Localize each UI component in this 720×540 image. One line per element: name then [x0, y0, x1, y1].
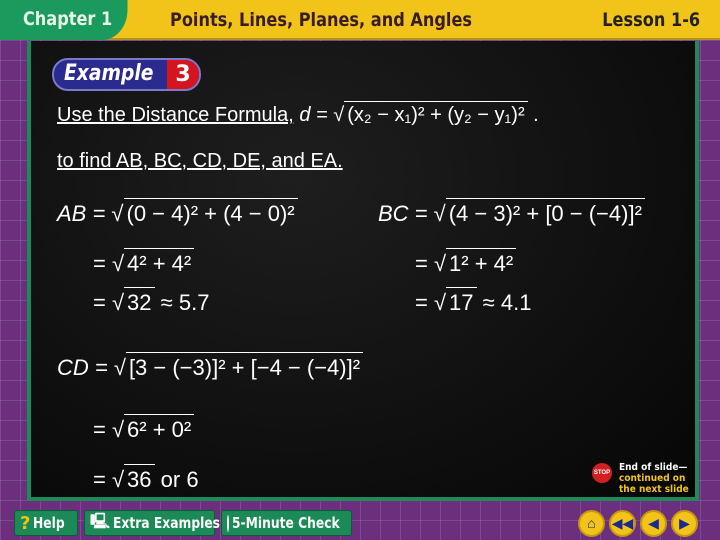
chapter-label: Chapter 1: [0, 0, 128, 40]
bc-radicand1: (4 − 3)² + [0 − (−4)]²: [445, 198, 645, 226]
previous-icon[interactable]: ◀: [640, 510, 667, 537]
bc-label: BC =: [378, 201, 428, 226]
lesson-title: Points, Lines, Planes, and Angles: [170, 9, 473, 31]
help-label: Help: [33, 514, 66, 532]
cd-label: CD =: [57, 355, 108, 380]
bc-result: ≈ 4.1: [482, 290, 532, 315]
header-bar: Chapter 1 Points, Lines, Planes, and Ang…: [0, 0, 720, 40]
computer-icon: 🖳: [90, 511, 111, 530]
equals: =: [415, 251, 428, 276]
next-icon[interactable]: ▶: [671, 510, 698, 537]
cd-line2: = √ 6² + 0²: [93, 414, 195, 443]
extra-examples-button[interactable]: 🖳 Extra Examples: [84, 510, 220, 536]
formula-radicand: (x₂ − x₁)² + (y₂ − y₁)²: [344, 101, 528, 126]
eos-line1: End of slide—: [619, 462, 688, 473]
cd-radicand3: 36: [124, 464, 155, 492]
example-word: Example: [64, 61, 154, 86]
question-icon: ?: [20, 512, 31, 534]
bc-radicand3: 17: [446, 287, 477, 315]
eos-line2: continued on: [619, 473, 686, 484]
ab-radicand2: 4² + 4²: [124, 248, 195, 276]
example-number: 3: [167, 60, 199, 89]
cd-line1: CD = √ [3 − (−3)]² + [−4 − (−4)]²: [57, 352, 364, 381]
ab-line2: = √ 4² + 4²: [93, 248, 195, 277]
bc-radicand2: 1² + 4²: [446, 248, 517, 276]
ab-label: AB =: [57, 201, 106, 226]
equals: =: [415, 290, 428, 315]
check-label: 5-Minute Check: [232, 514, 340, 532]
equals: =: [93, 417, 106, 442]
help-button[interactable]: ? Help: [14, 510, 78, 536]
intro-text: Use the Distance Formula,: [57, 104, 294, 126]
ab-radicand1: (0 − 4)² + (4 − 0)²: [123, 198, 298, 226]
eos-line3: the next slide: [619, 484, 689, 495]
equals: =: [93, 290, 106, 315]
formula-lhs: d =: [299, 104, 328, 126]
bc-line1: BC = √ (4 − 3)² + [0 − (−4)]²: [378, 198, 645, 227]
ab-line1: AB = √ (0 − 4)² + (4 − 0)²: [57, 198, 298, 227]
end-of-slide-note: End of slide— continued on the next slid…: [619, 462, 689, 495]
cd-radicand1: [3 − (−3)]² + [−4 − (−4)]²: [125, 352, 364, 380]
cd-result: or 6: [160, 467, 199, 492]
cd-line3: = √ 36 or 6: [93, 464, 199, 493]
bc-line2: = √ 1² + 4²: [415, 248, 517, 277]
bc-line3: = √ 17 ≈ 4.1: [415, 287, 532, 316]
extra-label: Extra Examples: [113, 514, 221, 532]
home-icon[interactable]: ⌂: [578, 510, 605, 537]
cd-radicand2: 6² + 0²: [124, 414, 195, 442]
intro-line2: to find AB, BC, CD, DE, and EA.: [57, 150, 343, 172]
rewind-icon[interactable]: ◀◀: [609, 510, 636, 537]
five-minute-check-button[interactable]: 5-Minute Check: [221, 510, 352, 536]
ab-radicand3: 32: [124, 287, 155, 315]
clock-icon: [227, 514, 229, 532]
intro-line1: Use the Distance Formula, d = √ (x₂ − x₁)…: [57, 101, 539, 127]
equals: =: [93, 251, 106, 276]
stop-sign-icon: STOP: [592, 463, 612, 483]
equals: =: [93, 467, 106, 492]
ab-result: ≈ 5.7: [160, 290, 210, 315]
formula-end: .: [533, 104, 539, 126]
ab-line3: = √ 32 ≈ 5.7: [93, 287, 210, 316]
lesson-number: Lesson 1-6: [602, 9, 700, 31]
example-badge: Example 3: [52, 58, 201, 91]
